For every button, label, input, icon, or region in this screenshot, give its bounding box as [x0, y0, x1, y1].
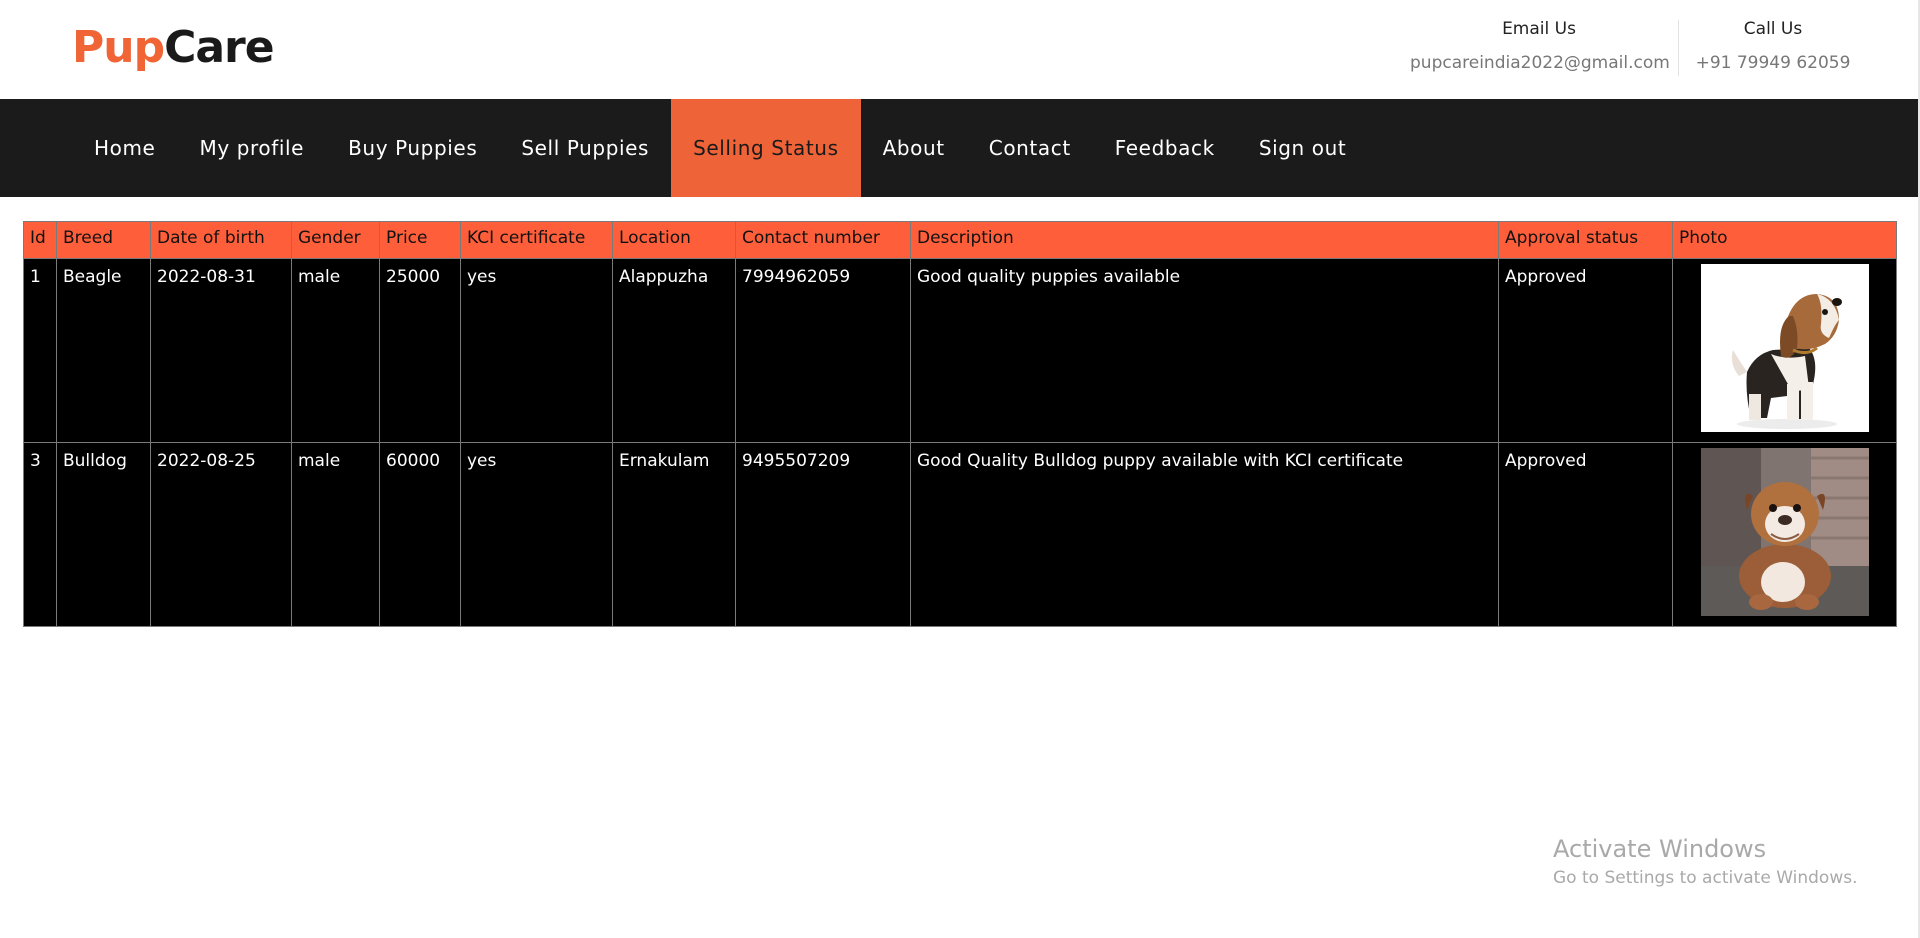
- watermark-title: Activate Windows: [1553, 835, 1767, 863]
- table-row: 1 Beagle 2022-08-31 male 25000 yes Alapp…: [23, 258, 1897, 443]
- site-header: PupCare Email Us pupcareindia2022@gmail.…: [0, 0, 1918, 99]
- cell-gender: male: [291, 442, 380, 627]
- brand-logo-pup: Pup: [72, 22, 165, 73]
- col-header-price: Price: [379, 221, 461, 259]
- table-header-row: Id Breed Date of birth Gender Price KCI …: [23, 221, 1897, 259]
- nav-item-contact[interactable]: Contact: [967, 99, 1093, 197]
- cell-location: Ernakulam: [612, 442, 736, 627]
- cell-kci: yes: [460, 442, 613, 627]
- email-label: Email Us: [1502, 19, 1576, 39]
- beagle-photo[interactable]: [1700, 264, 1869, 432]
- cell-description: Good Quality Bulldog puppy available wit…: [910, 442, 1499, 627]
- cell-contact: 9495507209: [735, 442, 911, 627]
- nav-item-buy-puppies[interactable]: Buy Puppies: [326, 99, 499, 197]
- phone-value[interactable]: +91 79949 62059: [1680, 50, 1866, 76]
- col-header-contact: Contact number: [735, 221, 911, 259]
- nav-item-home[interactable]: Home: [72, 99, 177, 197]
- email-value[interactable]: pupcareindia2022@gmail.com: [1410, 50, 1670, 76]
- bulldog-photo[interactable]: [1700, 448, 1869, 616]
- contact-divider: [1678, 20, 1679, 76]
- cell-photo: [1672, 258, 1897, 443]
- cell-id: 3: [23, 442, 57, 627]
- call-contact: Call Us +91 79949 62059: [1680, 16, 1866, 76]
- nav-item-about[interactable]: About: [861, 99, 967, 197]
- nav-item-selling-status[interactable]: Selling Status: [671, 99, 861, 197]
- cell-kci: yes: [460, 258, 613, 443]
- cell-contact: 7994962059: [735, 258, 911, 443]
- col-header-breed: Breed: [56, 221, 151, 259]
- col-header-location: Location: [612, 221, 736, 259]
- table-row: 3 Bulldog 2022-08-25 male 60000 yes Erna…: [23, 442, 1897, 627]
- cell-breed: Beagle: [56, 258, 151, 443]
- cell-dob: 2022-08-25: [150, 442, 292, 627]
- col-header-id: Id: [23, 221, 57, 259]
- nav-item-my-profile[interactable]: My profile: [177, 99, 326, 197]
- watermark-subtitle: Go to Settings to activate Windows.: [1553, 868, 1858, 888]
- call-label: Call Us: [1743, 19, 1803, 39]
- cell-dob: 2022-08-31: [150, 258, 292, 443]
- col-header-kci: KCI certificate: [460, 221, 613, 259]
- col-header-dob: Date of birth: [150, 221, 292, 259]
- cell-location: Alappuzha: [612, 258, 736, 443]
- brand-logo-care: Care: [164, 22, 275, 73]
- nav-item-sell-puppies[interactable]: Sell Puppies: [499, 99, 671, 197]
- email-contact: Email Us pupcareindia2022@gmail.com: [1410, 16, 1670, 76]
- cell-price: 60000: [379, 442, 461, 627]
- activate-windows-watermark: Activate Windows Go to Settings to activ…: [1553, 834, 1858, 890]
- col-header-description: Description: [910, 221, 1499, 259]
- cell-id: 1: [23, 258, 57, 443]
- cell-breed: Bulldog: [56, 442, 151, 627]
- col-header-gender: Gender: [291, 221, 380, 259]
- cell-photo: [1672, 442, 1897, 627]
- nav-item-sign-out[interactable]: Sign out: [1237, 99, 1369, 197]
- cell-description: Good quality puppies available: [910, 258, 1499, 443]
- selling-status-table: Id Breed Date of birth Gender Price KCI …: [23, 221, 1897, 627]
- main-nav: Home My profile Buy Puppies Sell Puppies…: [0, 99, 1918, 197]
- col-header-photo: Photo: [1672, 221, 1897, 259]
- nav-item-feedback[interactable]: Feedback: [1093, 99, 1237, 197]
- cell-status: Approved: [1498, 258, 1673, 443]
- cell-gender: male: [291, 258, 380, 443]
- brand-logo[interactable]: PupCare: [72, 22, 275, 74]
- cell-price: 25000: [379, 258, 461, 443]
- col-header-status: Approval status: [1498, 221, 1673, 259]
- cell-status: Approved: [1498, 442, 1673, 627]
- selling-status-table-wrapper: Id Breed Date of birth Gender Price KCI …: [23, 221, 1897, 627]
